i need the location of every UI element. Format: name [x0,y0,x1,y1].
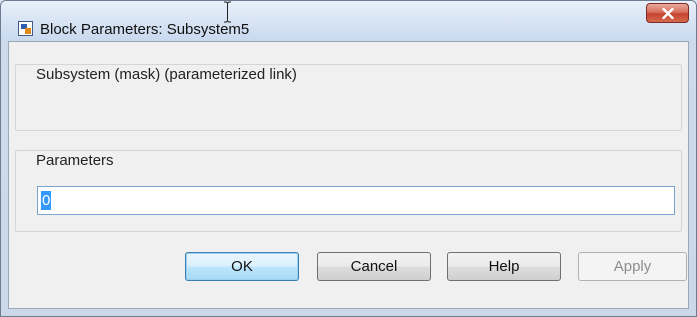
selected-text-highlight: 0 [41,191,52,210]
apply-button[interactable]: Apply [578,252,687,281]
help-button[interactable]: Help [447,252,561,281]
cancel-button[interactable]: Cancel [317,252,431,281]
simulink-block-icon [18,21,33,36]
text-cursor-icon [224,1,231,23]
parameter-value-field[interactable] [37,186,675,215]
ok-button[interactable]: OK [185,252,299,281]
title-bar[interactable]: Block Parameters: Subsystem5 [1,1,696,41]
dialog-window: Block Parameters: Subsystem5 Subsystem (… [0,0,697,317]
mask-description-label: Subsystem (mask) (parameterized link) [33,66,300,83]
close-button[interactable] [646,3,689,23]
parameters-group-label: Parameters [33,152,117,169]
window-title: Block Parameters: Subsystem5 [40,21,250,38]
dialog-client-area: Subsystem (mask) (parameterized link) Pa… [8,41,689,309]
close-icon [661,7,674,19]
